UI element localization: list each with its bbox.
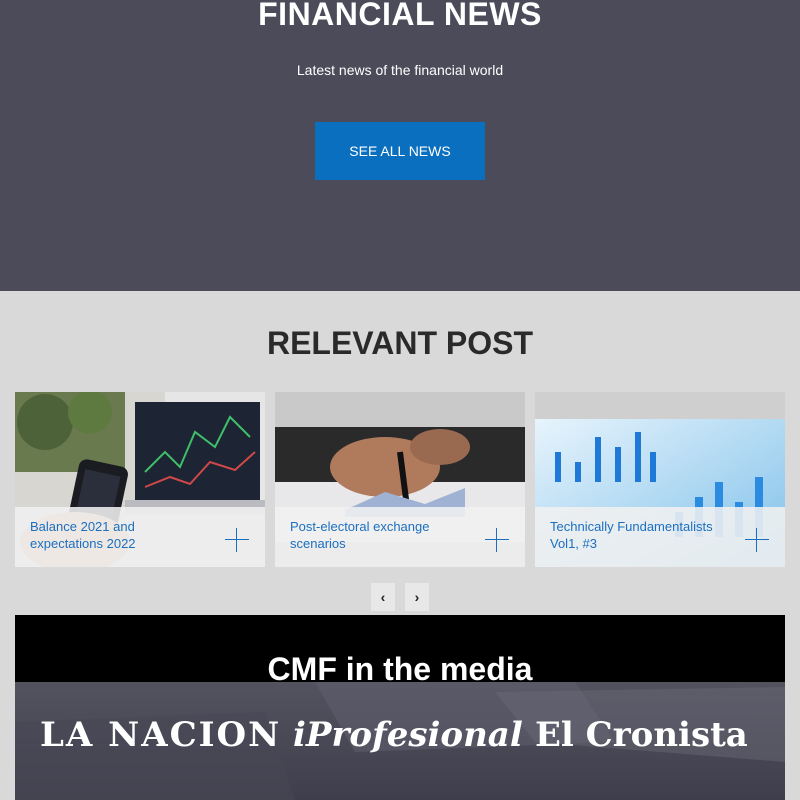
la-nacion-logo[interactable]: LA NACION bbox=[40, 715, 281, 755]
plus-icon[interactable] bbox=[485, 528, 509, 552]
post-card-label[interactable]: Balance 2021 and expectations 2022 bbox=[30, 518, 210, 552]
media-title: CMF in the media bbox=[267, 651, 533, 687]
plus-icon[interactable] bbox=[745, 528, 769, 552]
chevron-right-icon: › bbox=[414, 589, 420, 605]
hero-title: FINANCIAL NEWS bbox=[258, 0, 542, 32]
relevant-post-section: RELEVANT POST Balance 2021 and expectati… bbox=[0, 291, 800, 615]
relevant-post-title: RELEVANT POST bbox=[266, 325, 534, 361]
hero-section: FINANCIAL NEWS Latest news of the financ… bbox=[0, 0, 800, 291]
plus-icon[interactable] bbox=[225, 528, 249, 552]
hero-subtitle: Latest news of the financial world bbox=[296, 62, 504, 78]
media-section: CMF in the media LA NACION iProfesional … bbox=[15, 615, 785, 800]
el-cronista-logo[interactable]: El Cronista bbox=[535, 715, 748, 755]
see-all-news-button[interactable]: SEE ALL NEWS bbox=[315, 122, 485, 180]
post-card-fundamentalists[interactable]: Technically Fundamentalists Vol1, #3 bbox=[535, 392, 785, 567]
post-card-balance[interactable]: Balance 2021 and expectations 2022 bbox=[15, 392, 265, 567]
carousel-next-button[interactable]: › bbox=[405, 583, 429, 611]
carousel-prev-button[interactable]: ‹ bbox=[371, 583, 395, 611]
post-card-label[interactable]: Technically Fundamentalists Vol1, #3 bbox=[550, 518, 730, 552]
iprofesional-logo[interactable]: iProfesional bbox=[293, 715, 523, 755]
post-card-exchange[interactable]: Post-electoral exchange scenarios bbox=[275, 392, 525, 567]
post-card-label[interactable]: Post-electoral exchange scenarios bbox=[290, 518, 470, 552]
chevron-left-icon: ‹ bbox=[380, 589, 386, 605]
